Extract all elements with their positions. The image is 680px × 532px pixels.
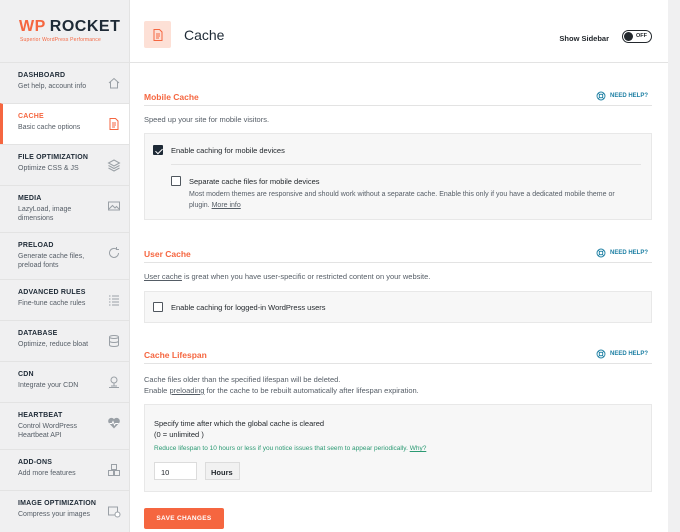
sidebar-item-desc: Control WordPress Heartbeat API [18, 423, 78, 439]
layers-icon [107, 159, 121, 172]
cache-lifespan-need-help-link[interactable]: NEED HELP? [596, 349, 648, 359]
separate-desc-text: Most modern themes are responsive and sh… [189, 191, 615, 209]
refresh-icon [109, 247, 119, 258]
sidebar-item-desc: Add more features [18, 470, 76, 477]
user-cache-options-box: Enable caching for logged-in WordPress u… [144, 291, 652, 323]
option-divider [171, 164, 641, 165]
save-changes-button[interactable]: SAVE CHANGES [144, 508, 224, 529]
mobile-cache-options-box: Enable caching for mobile devices Separa… [144, 133, 652, 220]
scrollbar-gutter[interactable] [668, 0, 680, 532]
more-info-link[interactable]: More info [212, 202, 241, 209]
lifespan-value-input[interactable]: 10 [154, 462, 197, 480]
section-divider [144, 262, 652, 263]
user-cache-desc: User cache is great when you have user-s… [144, 271, 430, 282]
cache-lifespan-desc: Cache files older than the specified lif… [144, 374, 419, 396]
user-cache-need-help-link[interactable]: NEED HELP? [596, 248, 648, 258]
main-content: Cache Show Sidebar OFF Mobile Cache NEED… [130, 0, 668, 532]
desc-line2-post: for the cache to be rebuilt automaticall… [204, 386, 419, 395]
preloading-link[interactable]: preloading [169, 386, 204, 395]
show-sidebar-label: Show Sidebar [559, 34, 609, 43]
document-icon [109, 118, 119, 130]
lifespan-field-subtitle: (0 = unlimited ) [154, 430, 204, 439]
sidebar-item-desc: Generate cache files, preload fonts [18, 253, 85, 269]
sidebar-item-image-optimization[interactable]: IMAGE OPTIMIZATION Compress your images [0, 490, 129, 531]
heartbeat-icon [108, 417, 120, 429]
cache-lifespan-desc-line2: Enable preloading for the cache to be re… [144, 385, 419, 396]
lifespan-field-title-text: Specify time after which the global cach… [154, 419, 325, 428]
toggle-knob [624, 32, 633, 41]
toggle-state-label: OFF [636, 33, 647, 39]
sidebar-item-desc: Optimize CSS & JS [18, 165, 79, 172]
desc-line2-pre: Enable [144, 386, 170, 395]
page-title: Cache [184, 27, 225, 43]
separate-mobile-cache-checkbox[interactable] [171, 176, 181, 186]
home-icon [108, 77, 120, 89]
lifespan-hint: Reduce lifespan to 10 hours or less if y… [154, 445, 426, 452]
need-help-label: NEED HELP? [609, 351, 648, 357]
user-cache-title: User Cache [144, 249, 191, 259]
sidebar-item-cdn[interactable]: CDN Integrate your CDN [0, 361, 129, 402]
sidebar-item-advanced-rules[interactable]: ADVANCED RULES Fine-tune cache rules [0, 279, 129, 320]
need-help-label: NEED HELP? [609, 93, 648, 99]
user-cache-desc-text: is great when you have user-specific or … [181, 272, 431, 281]
section-divider [144, 363, 652, 364]
sidebar-item-preload[interactable]: PRELOAD Generate cache files, preload fo… [0, 232, 129, 279]
sidebar-item-add-ons[interactable]: ADD-ONS Add more features [0, 449, 129, 490]
logo-tagline: Superior WordPress Performance [20, 37, 101, 43]
mobile-cache-title: Mobile Cache [144, 92, 199, 102]
show-sidebar-toggle[interactable]: OFF [622, 30, 652, 43]
cache-lifespan-desc-line1: Cache files older than the specified lif… [144, 375, 341, 384]
sidebar-item-desc: Basic cache options [18, 124, 81, 131]
user-cache-link[interactable]: User cache [144, 272, 182, 281]
sidebar-item-media[interactable]: MEDIA LazyLoad, image dimensions [0, 185, 129, 232]
enable-mobile-cache-label: Enable caching for mobile devices [171, 146, 285, 155]
sidebar-item-dashboard[interactable]: DASHBOARD Get help, account info [0, 62, 129, 103]
document-icon [153, 28, 162, 41]
lifespan-hint-text: Reduce lifespan to 10 hours or less if y… [154, 445, 410, 452]
image-icon [108, 201, 120, 211]
page-header: Cache Show Sidebar OFF [130, 0, 668, 63]
list-icon [109, 295, 119, 306]
why-link[interactable]: Why? [410, 445, 427, 452]
cache-lifespan-box: Specify time after which the global cach… [144, 404, 652, 492]
logo-wp: WP [19, 18, 46, 35]
sidebar-item-desc: Get help, account info [18, 83, 87, 90]
wp-rocket-logo[interactable]: WP ROCKET Superior WordPress Performance [0, 0, 129, 62]
addons-icon [108, 464, 120, 476]
lifebuoy-icon [596, 91, 606, 101]
cache-lifespan-title: Cache Lifespan [144, 350, 207, 360]
enable-logged-in-cache-checkbox[interactable] [153, 302, 163, 312]
separate-mobile-cache-desc: Most modern themes are responsive and sh… [189, 189, 634, 211]
logo-title: WP ROCKET [19, 18, 129, 36]
section-divider [144, 105, 652, 106]
sidebar-item-desc: Compress your images [18, 511, 90, 518]
sidebar: WP ROCKET Superior WordPress Performance… [0, 0, 130, 532]
cdn-icon [109, 376, 119, 388]
separate-mobile-cache-label: Separate cache files for mobile devices [189, 177, 320, 186]
database-icon [109, 335, 119, 347]
lifebuoy-icon [596, 248, 606, 258]
image-optimization-icon [108, 506, 121, 518]
sidebar-item-desc: Integrate your CDN [18, 382, 79, 389]
sidebar-item-database[interactable]: DATABASE Optimize, reduce bloat [0, 320, 129, 361]
sidebar-item-file-optimization[interactable]: FILE OPTIMIZATION Optimize CSS & JS [0, 144, 129, 185]
mobile-cache-desc: Speed up your site for mobile visitors. [144, 115, 270, 124]
lifespan-unit-select[interactable]: Hours [205, 462, 240, 480]
cache-header-icon [144, 21, 171, 48]
lifebuoy-icon [596, 349, 606, 359]
sidebar-item-heartbeat[interactable]: HEARTBEAT Control WordPress Heartbeat AP… [0, 402, 129, 449]
logo-name: ROCKET [49, 18, 121, 35]
enable-logged-in-cache-label: Enable caching for logged-in WordPress u… [171, 303, 326, 312]
enable-mobile-cache-checkbox[interactable] [153, 145, 163, 155]
sidebar-item-desc: Optimize, reduce bloat [18, 341, 89, 348]
mobile-cache-need-help-link[interactable]: NEED HELP? [596, 91, 648, 101]
sidebar-item-cache[interactable]: CACHE Basic cache options [0, 103, 129, 144]
need-help-label: NEED HELP? [609, 250, 648, 256]
lifespan-field-title: Specify time after which the global cach… [154, 418, 324, 440]
sidebar-item-desc: Fine-tune cache rules [18, 300, 86, 307]
sidebar-item-desc: LazyLoad, image dimensions [18, 206, 72, 222]
